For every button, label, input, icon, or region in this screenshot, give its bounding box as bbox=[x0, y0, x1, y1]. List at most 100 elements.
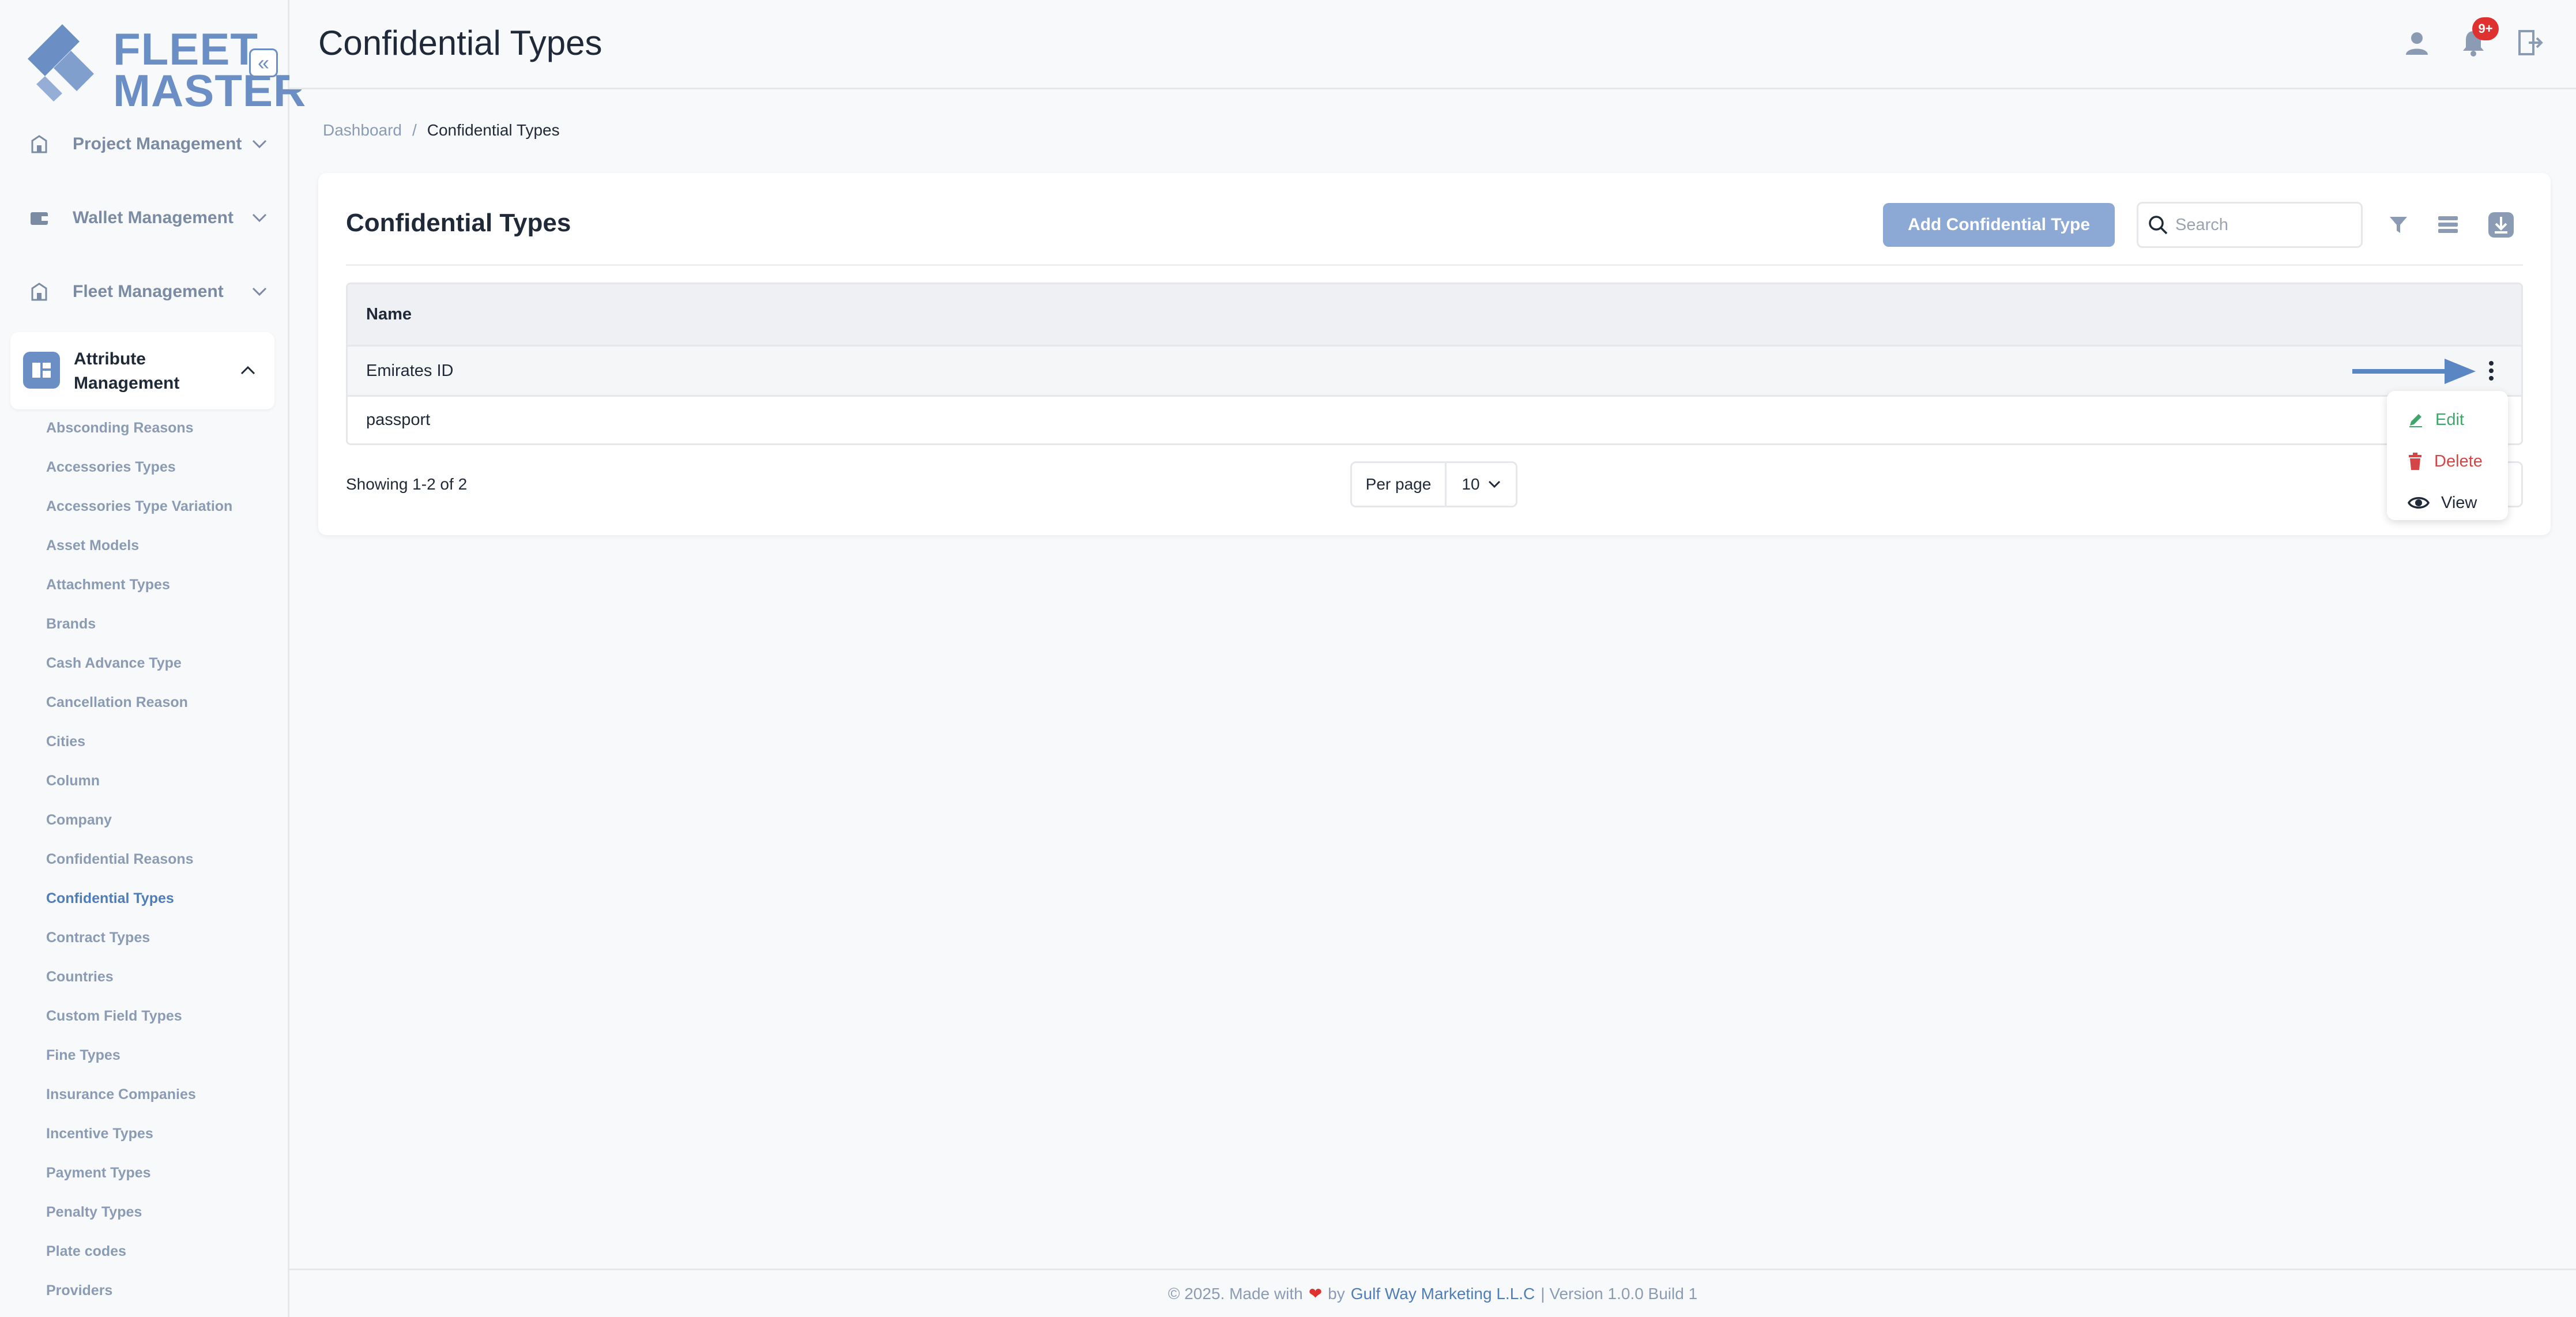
top-bar: Confidential Types 9+ bbox=[289, 0, 2576, 89]
trash-icon bbox=[2409, 453, 2421, 470]
breadcrumb: Dashboard / Confidential Types bbox=[323, 121, 560, 140]
sidebar-subitem-column[interactable]: Column bbox=[46, 769, 277, 808]
footer-company-link[interactable]: Gulf Way Marketing L.L.C bbox=[1351, 1285, 1535, 1303]
heart-icon: ❤ bbox=[1308, 1285, 1323, 1303]
download-icon bbox=[2488, 212, 2514, 238]
sidebar-group-fleet-management[interactable]: Fleet Management bbox=[23, 269, 271, 315]
sidebar-group-label: Fleet Management bbox=[73, 282, 224, 301]
sidebar-subitem-company[interactable]: Company bbox=[46, 808, 277, 848]
sidebar-subnav: Absconding Reasons Accessories Types Acces… bbox=[46, 416, 277, 1317]
filter-button[interactable] bbox=[2382, 209, 2415, 241]
attributes-icon bbox=[23, 352, 60, 389]
sidebar-subitem-countries[interactable]: Countries bbox=[46, 965, 277, 1004]
user-icon bbox=[2406, 32, 2428, 55]
pointer-arrow-icon bbox=[2352, 359, 2476, 384]
pencil-icon bbox=[2409, 414, 2422, 427]
breadcrumb-current: Confidential Types bbox=[427, 121, 560, 139]
menu-item-label: View bbox=[2441, 493, 2477, 512]
eye-icon bbox=[2408, 497, 2430, 509]
sidebar-subitem-plate-codes[interactable]: Plate codes bbox=[46, 1240, 277, 1279]
search-box[interactable] bbox=[2137, 202, 2363, 248]
sidebar-group-project-management[interactable]: Project Management bbox=[23, 121, 271, 167]
fleet-icon bbox=[23, 276, 55, 308]
sidebar-subitem-confidential-types[interactable]: Confidential Types bbox=[46, 887, 277, 926]
card-divider bbox=[346, 264, 2523, 266]
sidebar-subitem-payment-types[interactable]: Payment Types bbox=[46, 1161, 277, 1201]
sidebar-group-label: Project Management bbox=[73, 134, 242, 153]
content-card: Confidential Types Add Confidential Type… bbox=[318, 173, 2551, 535]
table-row[interactable]: passport bbox=[348, 395, 2521, 443]
table-header-name[interactable]: Name bbox=[348, 284, 2521, 347]
menu-item-view[interactable]: View bbox=[2387, 482, 2508, 524]
sidebar-subitem-insurance-companies[interactable]: Insurance Companies bbox=[46, 1083, 277, 1122]
table-cell-name: passport bbox=[366, 411, 431, 429]
table-row[interactable]: Emirates ID bbox=[348, 347, 2521, 395]
kebab-menu-icon bbox=[2489, 361, 2494, 381]
sidebar-subitem-accessories-type-variation[interactable]: Accessories Type Variation bbox=[46, 495, 277, 534]
menu-item-delete[interactable]: Delete bbox=[2387, 441, 2508, 482]
building-icon bbox=[23, 128, 55, 160]
menu-item-label: Edit bbox=[2435, 410, 2464, 429]
list-icon bbox=[2438, 216, 2458, 233]
user-profile-button[interactable] bbox=[2400, 25, 2434, 60]
sidebar-subitem-confidential-reasons[interactable]: Confidential Reasons bbox=[46, 848, 277, 887]
data-table: Name Emirates ID passport bbox=[346, 283, 2523, 445]
sidebar-subitem-asset-models[interactable]: Asset Models bbox=[46, 534, 277, 573]
notifications-button[interactable]: 9+ bbox=[2456, 17, 2499, 60]
chevron-down-icon bbox=[248, 280, 271, 303]
pagination-summary: Showing 1-2 of 2 bbox=[346, 475, 468, 493]
sidebar-group-label: Attribute Management bbox=[74, 347, 179, 396]
logo[interactable]: FLEET MASTER bbox=[22, 23, 306, 113]
sidebar-subitem-penalty-types[interactable]: Penalty Types bbox=[46, 1201, 277, 1240]
sidebar-group-attribute-management[interactable]: Attribute Management bbox=[10, 332, 274, 409]
page-title: Confidential Types bbox=[318, 24, 602, 62]
logo-mark-icon bbox=[28, 24, 94, 101]
row-actions-button[interactable] bbox=[2477, 357, 2505, 385]
per-page-value-wrap[interactable]: 10 bbox=[1447, 475, 1516, 494]
add-confidential-type-button[interactable]: Add Confidential Type bbox=[1883, 203, 2115, 247]
sidebar-subitem-incentive-types[interactable]: Incentive Types bbox=[46, 1122, 277, 1161]
sidebar-subitem-cash-advance-type[interactable]: Cash Advance Type bbox=[46, 652, 277, 691]
sidebar-collapse-button[interactable]: « bbox=[249, 48, 278, 77]
sidebar-group-wallet-management[interactable]: Wallet Management bbox=[23, 195, 271, 241]
columns-button[interactable] bbox=[2432, 209, 2464, 241]
sidebar-subitem-custom-field-types[interactable]: Custom Field Types bbox=[46, 1004, 277, 1044]
chevron-down-icon bbox=[248, 133, 271, 156]
sidebar-subitem-fine-types[interactable]: Fine Types bbox=[46, 1044, 277, 1083]
sidebar-subitem-accessories-types[interactable]: Accessories Types bbox=[46, 456, 277, 495]
sidebar-subitem-cities[interactable]: Cities bbox=[46, 730, 277, 769]
wallet-icon bbox=[23, 202, 55, 234]
card-title: Confidential Types bbox=[346, 209, 571, 237]
sidebar-subitem-attachment-types[interactable]: Attachment Types bbox=[46, 573, 277, 612]
label-line-2: Management bbox=[74, 374, 180, 393]
sidebar: FLEET MASTER « Project Management Wallet… bbox=[0, 0, 306, 1317]
sidebar-subitem-providers[interactable]: Providers bbox=[46, 1279, 277, 1317]
per-page-select[interactable]: Per page 10 bbox=[1350, 461, 1517, 507]
per-page-value: 10 bbox=[1462, 475, 1480, 493]
logo-line-2: MASTER bbox=[113, 65, 307, 116]
chevron-down-icon bbox=[1488, 480, 1500, 488]
breadcrumb-separator: / bbox=[412, 121, 417, 139]
chevron-down-icon bbox=[248, 206, 271, 229]
filter-icon bbox=[2390, 217, 2407, 233]
sidebar-subitem-brands[interactable]: Brands bbox=[46, 612, 277, 652]
footer-prefix: © 2025. Made with bbox=[1168, 1284, 1303, 1303]
menu-item-label: Delete bbox=[2434, 451, 2483, 471]
double-chevron-left-icon: « bbox=[257, 51, 270, 74]
notification-badge: 9+ bbox=[2472, 17, 2499, 40]
sidebar-subitem-contract-types[interactable]: Contract Types bbox=[46, 926, 277, 965]
per-page-label: Per page bbox=[1352, 463, 1447, 506]
logout-button[interactable] bbox=[2513, 25, 2547, 60]
download-button[interactable] bbox=[2485, 209, 2517, 241]
sidebar-subitem-cancellation-reason[interactable]: Cancellation Reason bbox=[46, 691, 277, 730]
menu-item-edit[interactable]: Edit bbox=[2387, 399, 2508, 441]
page-footer: © 2025. Made with ❤ by Gulf Way Marketin… bbox=[289, 1269, 2576, 1317]
sidebar-group-label: Wallet Management bbox=[73, 208, 234, 227]
table-cell-name: Emirates ID bbox=[366, 361, 454, 380]
chevron-up-icon bbox=[236, 359, 259, 382]
logout-icon bbox=[2518, 30, 2543, 55]
breadcrumb-home-link[interactable]: Dashboard bbox=[323, 121, 402, 140]
search-input[interactable] bbox=[2175, 215, 2348, 235]
sidebar-subitem-absconding-reasons[interactable]: Absconding Reasons bbox=[46, 416, 277, 456]
search-icon bbox=[2149, 216, 2168, 235]
